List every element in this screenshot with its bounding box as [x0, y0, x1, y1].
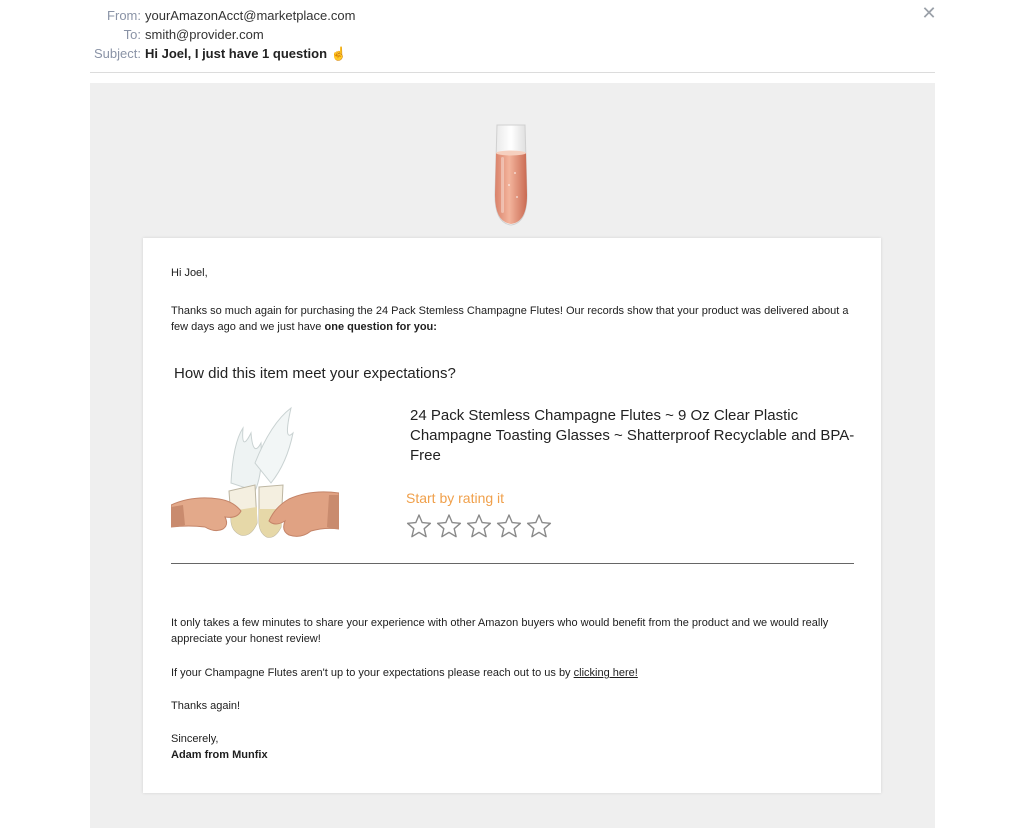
subject-text: Hi Joel, I just have 1 question	[145, 46, 328, 61]
from-label: From:	[107, 8, 141, 23]
from-address[interactable]: yourAmazonAcct@marketplace.com	[145, 8, 355, 24]
star-5-icon[interactable]	[526, 513, 552, 539]
product-image[interactable]	[171, 403, 339, 548]
share-paragraph: It only takes a few minutes to share you…	[171, 617, 829, 645]
intro-paragraph: Thanks so much again for purchasing the …	[171, 303, 851, 335]
star-2-icon[interactable]	[436, 513, 462, 539]
subject-label: Subject:	[94, 46, 141, 61]
thanks-line: Thanks again!	[171, 700, 241, 712]
signer-name: Adam from Munfix	[171, 749, 268, 761]
pointing-finger-emoji: ☝	[330, 46, 347, 61]
subject-value: Hi Joel, I just have 1 question ☝	[145, 46, 347, 62]
greeting: Hi Joel,	[171, 267, 208, 279]
star-3-icon[interactable]	[466, 513, 492, 539]
to-label: To:	[123, 27, 141, 42]
close-icon[interactable]: ✕	[919, 3, 939, 23]
header-divider	[90, 72, 935, 73]
message-card: Hi Joel, Thanks so much again for purcha…	[143, 238, 881, 793]
star-1-icon[interactable]	[406, 513, 432, 539]
star-4-icon[interactable]	[496, 513, 522, 539]
champagne-flute-icon	[494, 124, 528, 226]
question-heading: How did this item meet your expectations…	[174, 365, 456, 382]
to-address[interactable]: smith@provider.com	[145, 27, 264, 43]
intro-text: Thanks so much again for purchasing the …	[171, 305, 849, 333]
reach-out-paragraph: If your Champagne Flutes aren't up to yo…	[171, 665, 638, 681]
rating-prompt: Start by rating it	[406, 490, 505, 506]
section-divider	[171, 563, 854, 564]
reach-text: If your Champagne Flutes aren't up to yo…	[171, 667, 571, 679]
contact-link[interactable]: clicking here!	[574, 667, 638, 679]
star-rating	[406, 513, 552, 539]
intro-bold: one question for you:	[324, 321, 437, 333]
email-body-canvas: Hi Joel, Thanks so much again for purcha…	[90, 83, 935, 828]
product-title[interactable]: 24 Pack Stemless Champagne Flutes ~ 9 Oz…	[410, 406, 870, 466]
sign-off: Sincerely,	[171, 733, 219, 745]
